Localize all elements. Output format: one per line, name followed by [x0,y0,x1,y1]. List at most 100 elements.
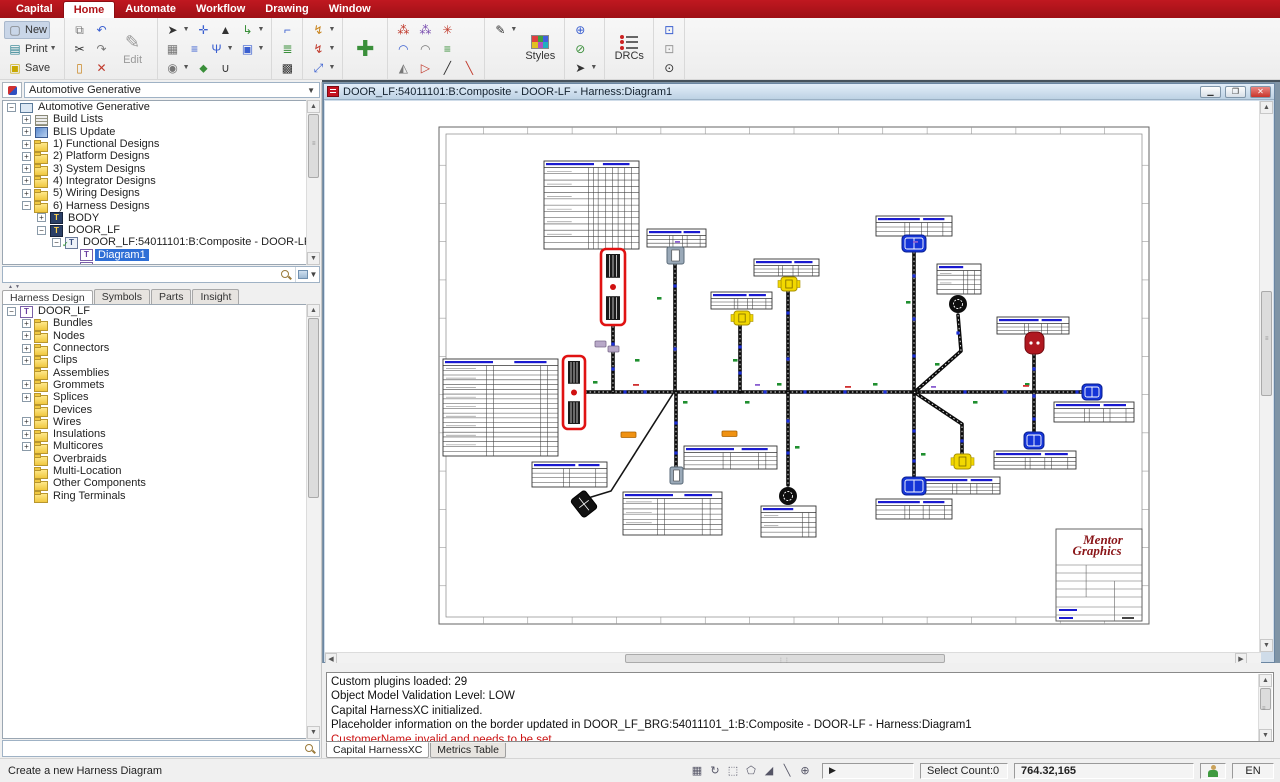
tree-item-blis-update[interactable]: +BLIS Update [3,126,319,138]
harness-item-insulations[interactable]: +Insulations [3,428,319,440]
reroute2-tool[interactable]: ↯▼ [307,40,338,58]
merge-tool[interactable]: ⁂ [414,21,436,39]
layers-tool[interactable]: ≣ [276,40,298,58]
tab-parts[interactable]: Parts [151,289,192,304]
harness-item-multi-location[interactable]: −Multi-Location [3,465,319,477]
search-icon[interactable] [304,743,316,755]
harness-tree-scrollbar[interactable]: ▲ ▼ [306,304,320,739]
harness-item-ring-terminals[interactable]: −Ring Terminals [3,489,319,501]
collapse-icon[interactable]: − [7,307,16,316]
reroute-tool[interactable]: ↯▼ [307,21,338,39]
pin-tool[interactable]: ✛ [193,21,215,39]
harness-item-door-lf[interactable]: −DOOR_LF [3,305,319,317]
diagram-canvas[interactable]: MentorGraphics [325,101,1261,652]
console-scrollbar[interactable]: ▲ ≡ ▼ [1258,674,1272,742]
expand-icon[interactable]: + [22,176,31,185]
tree-item-door-lf-54011101-b-composite-doo[interactable]: −DOOR_LF:54011101:B:Composite - DOOR-LF … [3,236,319,248]
scrollbar-thumb[interactable] [308,318,319,498]
tree-item-body[interactable]: +BODY [3,212,319,224]
flip-v-tool[interactable]: ▷ [414,59,436,77]
sync-tool[interactable]: ≡ [436,40,458,58]
edit-button[interactable]: ✎Edit [113,23,153,75]
scroll-up-icon[interactable]: ▲ [1260,101,1273,114]
harness-search-input[interactable] [3,742,304,755]
console-tab-metrics-table[interactable]: Metrics Table [430,743,506,758]
harness-item-multicores[interactable]: +Multicores [3,440,319,452]
expand-icon[interactable]: + [22,417,31,426]
expand-icon[interactable]: + [22,380,31,389]
inline-tool[interactable]: ≡ [184,40,206,58]
tree-item-4-integrator-designs[interactable]: +4) Integrator Designs [3,175,319,187]
pen-tool[interactable]: ✎▼ [489,21,520,39]
wye-tool[interactable]: Ψ▼ [206,40,237,58]
tab-harness-design[interactable]: Harness Design [2,290,93,304]
redo-button[interactable]: ↷ [91,40,113,58]
rotate-icon[interactable]: ↻ [707,763,723,779]
tab-insight[interactable]: Insight [192,289,239,304]
diagram-window-titlebar[interactable]: DOOR_LF:54011101:B:Composite - DOOR-LF -… [324,84,1274,100]
tree-item-2-platform-designs[interactable]: +2) Platform Designs [3,150,319,162]
chevron-down-icon[interactable]: ▼ [307,86,315,95]
tree-item-door-lf[interactable]: −DOOR_LF [3,224,319,236]
flip-h-tool[interactable]: ◭ [392,59,414,77]
menu-tab-drawing[interactable]: Drawing [255,1,318,18]
project-tree[interactable]: −Automotive Generative+Build Lists+BLIS … [2,100,320,265]
save-button[interactable]: ▣Save [4,59,53,77]
scroll-up-icon[interactable]: ▲ [1259,674,1272,687]
project-combobox[interactable]: Automotive Generative ▼ [24,82,320,98]
styles-button[interactable]: Styles [520,23,560,75]
delete-button[interactable]: ✕ [91,59,113,77]
menu-tab-home[interactable]: Home [63,1,116,18]
scroll-down-icon[interactable]: ▼ [1260,639,1273,652]
tree-item-build-lists[interactable]: +Build Lists [3,113,319,125]
zoom-area-tool[interactable]: ⊕ [569,21,591,39]
view-options-button[interactable]: ▼ [295,267,319,282]
harness-item-clips[interactable]: +Clips [3,354,319,366]
wire-probe-icon[interactable]: ╲ [779,763,795,779]
tree-item-5-wiring-designs[interactable]: +5) Wiring Designs [3,187,319,199]
copy-button[interactable]: ⧉ [69,21,91,39]
scrollbar-thumb[interactable]: ≡ [308,114,319,178]
tree-item-1-functional-designs[interactable]: +1) Functional Designs [3,138,319,150]
undo-button[interactable]: ↶ [91,21,113,39]
marquee-icon[interactable]: ⬚ [725,763,741,779]
view-box-tool[interactable]: ⊡ [658,21,680,39]
close-button[interactable]: ✕ [1250,86,1271,98]
expand-icon[interactable]: + [22,344,31,353]
project-search-input[interactable] [3,268,280,281]
search-icon[interactable] [280,269,292,281]
console-tab-capital-harnessxc[interactable]: Capital HarnessXC [326,742,429,758]
tree-item-diagram1[interactable]: −Diagram1 [3,249,319,261]
tree-item-partial-item[interactable]: − [3,261,319,265]
expand-icon[interactable]: + [22,189,31,198]
move-tool[interactable]: ✚ [347,40,383,58]
expand-icon[interactable]: + [22,115,31,124]
harness-item-assemblies[interactable]: −Assemblies [3,366,319,378]
scroll-down-icon[interactable]: ▼ [307,252,320,265]
macro-play-field[interactable]: ▶ [822,763,914,779]
scroll-up-icon[interactable]: ▲ [307,304,320,317]
site-tool[interactable]: ▦ [162,40,184,58]
expand-icon[interactable]: + [22,393,31,402]
scroll-down-icon[interactable]: ▼ [307,726,320,739]
multi-tool[interactable]: ✳ [436,21,458,39]
menu-tab-capital[interactable]: Capital [6,1,63,18]
board-tool[interactable]: ▩ [276,59,298,77]
harness-item-nodes[interactable]: +Nodes [3,330,319,342]
scroll-up-icon[interactable]: ▲ [307,100,320,113]
fan-tool[interactable]: ▲ [215,21,237,39]
stretch-tool[interactable]: ⤢▼ [307,59,338,77]
expand-icon[interactable]: + [22,356,31,365]
scroll-down-icon[interactable]: ▼ [1259,729,1272,742]
play-icon[interactable]: ▶ [829,765,836,776]
select-tool[interactable]: ➤▼ [162,21,193,39]
project-icon[interactable] [2,82,22,98]
tree-item-automotive-generative[interactable]: −Automotive Generative [3,101,319,113]
view-plain-tool[interactable]: ⊙ [658,59,680,77]
view-dim-tool[interactable]: ⊡ [658,40,680,58]
expand-icon[interactable]: + [22,152,31,161]
menu-tab-workflow[interactable]: Workflow [186,1,255,18]
route-elbow-tool[interactable]: ⌐ [276,21,298,39]
drcs-button[interactable]: DRCs [609,23,649,75]
harness-item-grommets[interactable]: +Grommets [3,379,319,391]
